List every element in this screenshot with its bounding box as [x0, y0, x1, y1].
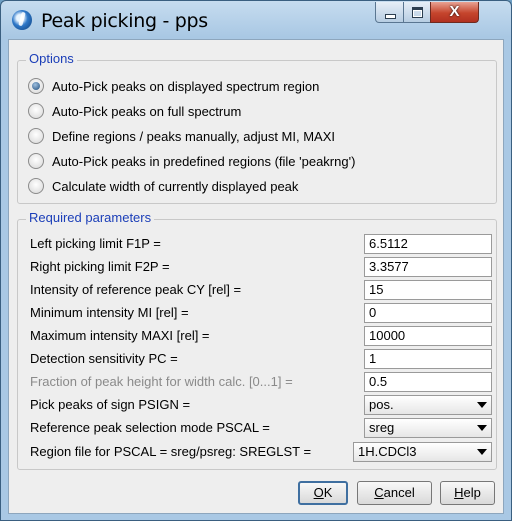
close-icon: X [449, 3, 460, 20]
pscal-select[interactable]: sreg [364, 418, 492, 438]
f2p-field[interactable]: 3.3577 [364, 257, 492, 277]
width-fraction-field[interactable]: 0.5 [364, 372, 492, 392]
dialog-client-area: Options Auto-Pick peaks on displayed spe… [8, 39, 504, 514]
ok-mnemonic: O [313, 485, 324, 500]
ok-button[interactable]: OK [298, 481, 348, 505]
ok-label-rest: K [323, 485, 333, 500]
options-group: Options Auto-Pick peaks on displayed spe… [17, 51, 497, 204]
option-label: Auto-Pick peaks on full spectrum [52, 103, 242, 119]
pscal-value: sreg [369, 420, 395, 435]
param-label-sreglst: Region file for PSCAL = sreg/psreg: SREG… [30, 444, 312, 459]
cancel-label-rest: ancel [383, 485, 415, 500]
radio-button[interactable] [28, 128, 44, 144]
param-label-maxi: Maximum intensity MAXI [rel] = [30, 328, 210, 343]
cancel-mnemonic: C [374, 485, 384, 500]
chevron-down-icon [477, 449, 487, 455]
param-label-psign: Pick peaks of sign PSIGN = [30, 397, 191, 412]
param-label-width-fraction: Fraction of peak height for width calc. … [30, 374, 293, 389]
option-auto-pick-displayed[interactable]: Auto-Pick peaks on displayed spectrum re… [28, 75, 319, 97]
params-legend: Required parameters [26, 210, 155, 225]
options-legend: Options [26, 51, 77, 66]
window-title: Peak picking - pps [41, 10, 208, 32]
param-label-cy: Intensity of reference peak CY [rel] = [30, 282, 242, 297]
required-parameters-group: Required parameters Left picking limit F… [17, 210, 497, 470]
help-mnemonic: H [454, 485, 464, 500]
option-calculate-width[interactable]: Calculate width of currently displayed p… [28, 175, 298, 197]
help-label-rest: elp [463, 485, 481, 500]
psign-select[interactable]: pos. [364, 395, 492, 415]
app-icon [12, 10, 32, 30]
dialog-window: Peak picking - pps X Options Auto-Pick p… [0, 0, 512, 521]
option-label: Auto-Pick peaks in predefined regions (f… [52, 153, 356, 169]
cy-field[interactable]: 15 [364, 280, 492, 300]
option-define-manually[interactable]: Define regions / peaks manually, adjust … [28, 125, 335, 147]
option-label: Define regions / peaks manually, adjust … [52, 128, 335, 144]
option-predefined-regions[interactable]: Auto-Pick peaks in predefined regions (f… [28, 150, 355, 172]
param-label-pscal: Reference peak selection mode PSCAL = [30, 420, 270, 435]
radio-button[interactable] [28, 153, 44, 169]
maximize-button[interactable] [403, 2, 431, 23]
radio-button[interactable] [28, 178, 44, 194]
maxi-field[interactable]: 10000 [364, 326, 492, 346]
minimize-button[interactable] [375, 2, 404, 23]
pc-field[interactable]: 1 [364, 349, 492, 369]
sreglst-value: 1H.CDCl3 [358, 444, 417, 459]
mi-field[interactable]: 0 [364, 303, 492, 323]
psign-value: pos. [369, 397, 394, 412]
radio-button[interactable] [28, 78, 44, 94]
param-label-f2p: Right picking limit F2P = [30, 259, 170, 274]
title-bar[interactable]: Peak picking - pps X [1, 1, 511, 39]
f1p-field[interactable]: 6.5112 [364, 234, 492, 254]
sreglst-select[interactable]: 1H.CDCl3 [353, 442, 492, 462]
param-label-mi: Minimum intensity MI [rel] = [30, 305, 189, 320]
param-label-pc: Detection sensitivity PC = [30, 351, 178, 366]
option-label: Calculate width of currently displayed p… [52, 178, 299, 194]
chevron-down-icon [477, 402, 487, 408]
radio-button[interactable] [28, 103, 44, 119]
cancel-button[interactable]: Cancel [357, 481, 432, 505]
chevron-down-icon [477, 425, 487, 431]
param-label-f1p: Left picking limit F1P = [30, 236, 161, 251]
close-button[interactable]: X [430, 2, 479, 23]
help-button[interactable]: Help [440, 481, 495, 505]
option-label: Auto-Pick peaks on displayed spectrum re… [52, 78, 320, 94]
option-auto-pick-full[interactable]: Auto-Pick peaks on full spectrum [28, 100, 241, 122]
